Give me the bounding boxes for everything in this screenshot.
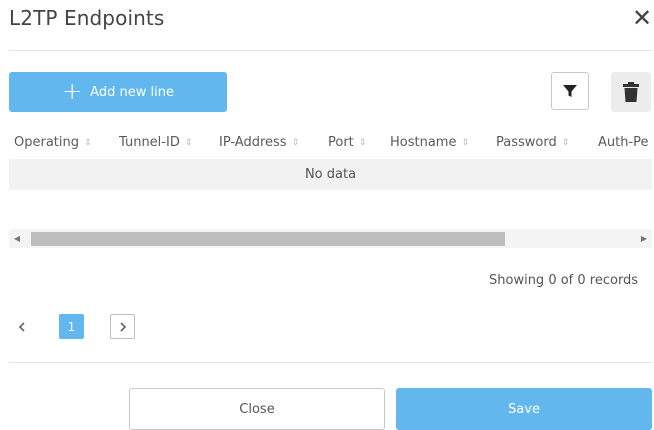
column-label: Operating <box>14 135 79 150</box>
sort-icon: ⇕ <box>358 138 367 148</box>
dialog-title: L2TP Endpoints <box>9 6 165 30</box>
save-button[interactable]: Save <box>396 388 652 430</box>
chevron-right-icon <box>119 321 126 332</box>
footer-divider <box>9 362 652 363</box>
records-count: Showing 0 of 0 records <box>489 273 639 288</box>
add-new-line-label: Add new line <box>90 84 174 100</box>
chevron-left-icon <box>18 321 25 332</box>
column-label: Auth-Pe <box>598 135 649 150</box>
sort-icon: ⇕ <box>461 138 470 148</box>
sort-icon: ⇕ <box>84 138 92 148</box>
filter-button[interactable] <box>551 72 589 110</box>
trash-icon <box>623 82 639 102</box>
scroll-left-icon[interactable]: ◀ <box>9 229 25 248</box>
add-new-line-button[interactable]: + Add new line <box>9 72 227 112</box>
table-header: Operating ⇕ Tunnel-ID ⇕ IP-Address ⇕ Port ⇕ … <box>9 125 652 159</box>
plus-icon: + <box>62 77 83 105</box>
column-label: Port <box>328 135 354 150</box>
empty-table-message: No data <box>9 159 652 190</box>
column-label: Hostname <box>390 135 457 150</box>
column-header-ip-address[interactable]: IP-Address ⇕ <box>219 135 299 150</box>
sort-icon: ⇕ <box>561 138 570 148</box>
header-divider <box>9 50 652 51</box>
column-label: IP-Address <box>219 135 287 150</box>
delete-button[interactable] <box>611 72 651 112</box>
column-header-port[interactable]: Port ⇕ <box>328 135 366 150</box>
column-header-password[interactable]: Password ⇕ <box>496 135 569 150</box>
column-label: Password <box>496 135 557 150</box>
scroll-right-icon[interactable]: ▶ <box>636 229 652 248</box>
filter-icon <box>563 85 577 97</box>
sort-icon: ⇕ <box>184 138 193 148</box>
horizontal-scrollbar[interactable]: ◀ ▶ <box>9 229 652 248</box>
sort-icon: ⇕ <box>291 138 300 148</box>
scrollbar-thumb[interactable] <box>31 232 505 246</box>
column-header-operating[interactable]: Operating ⇕ <box>14 135 92 150</box>
column-header-auth-peer[interactable]: Auth-Pe <box>598 135 649 150</box>
close-button[interactable]: Close <box>129 388 385 430</box>
page-button-current[interactable]: 1 <box>59 314 84 339</box>
column-label: Tunnel-ID <box>119 135 180 150</box>
next-page-button[interactable] <box>110 314 135 339</box>
close-icon[interactable]: ✕ <box>632 4 652 32</box>
previous-page-button[interactable] <box>9 314 34 339</box>
column-header-tunnel-id[interactable]: Tunnel-ID ⇕ <box>119 135 192 150</box>
column-header-hostname[interactable]: Hostname ⇕ <box>390 135 469 150</box>
